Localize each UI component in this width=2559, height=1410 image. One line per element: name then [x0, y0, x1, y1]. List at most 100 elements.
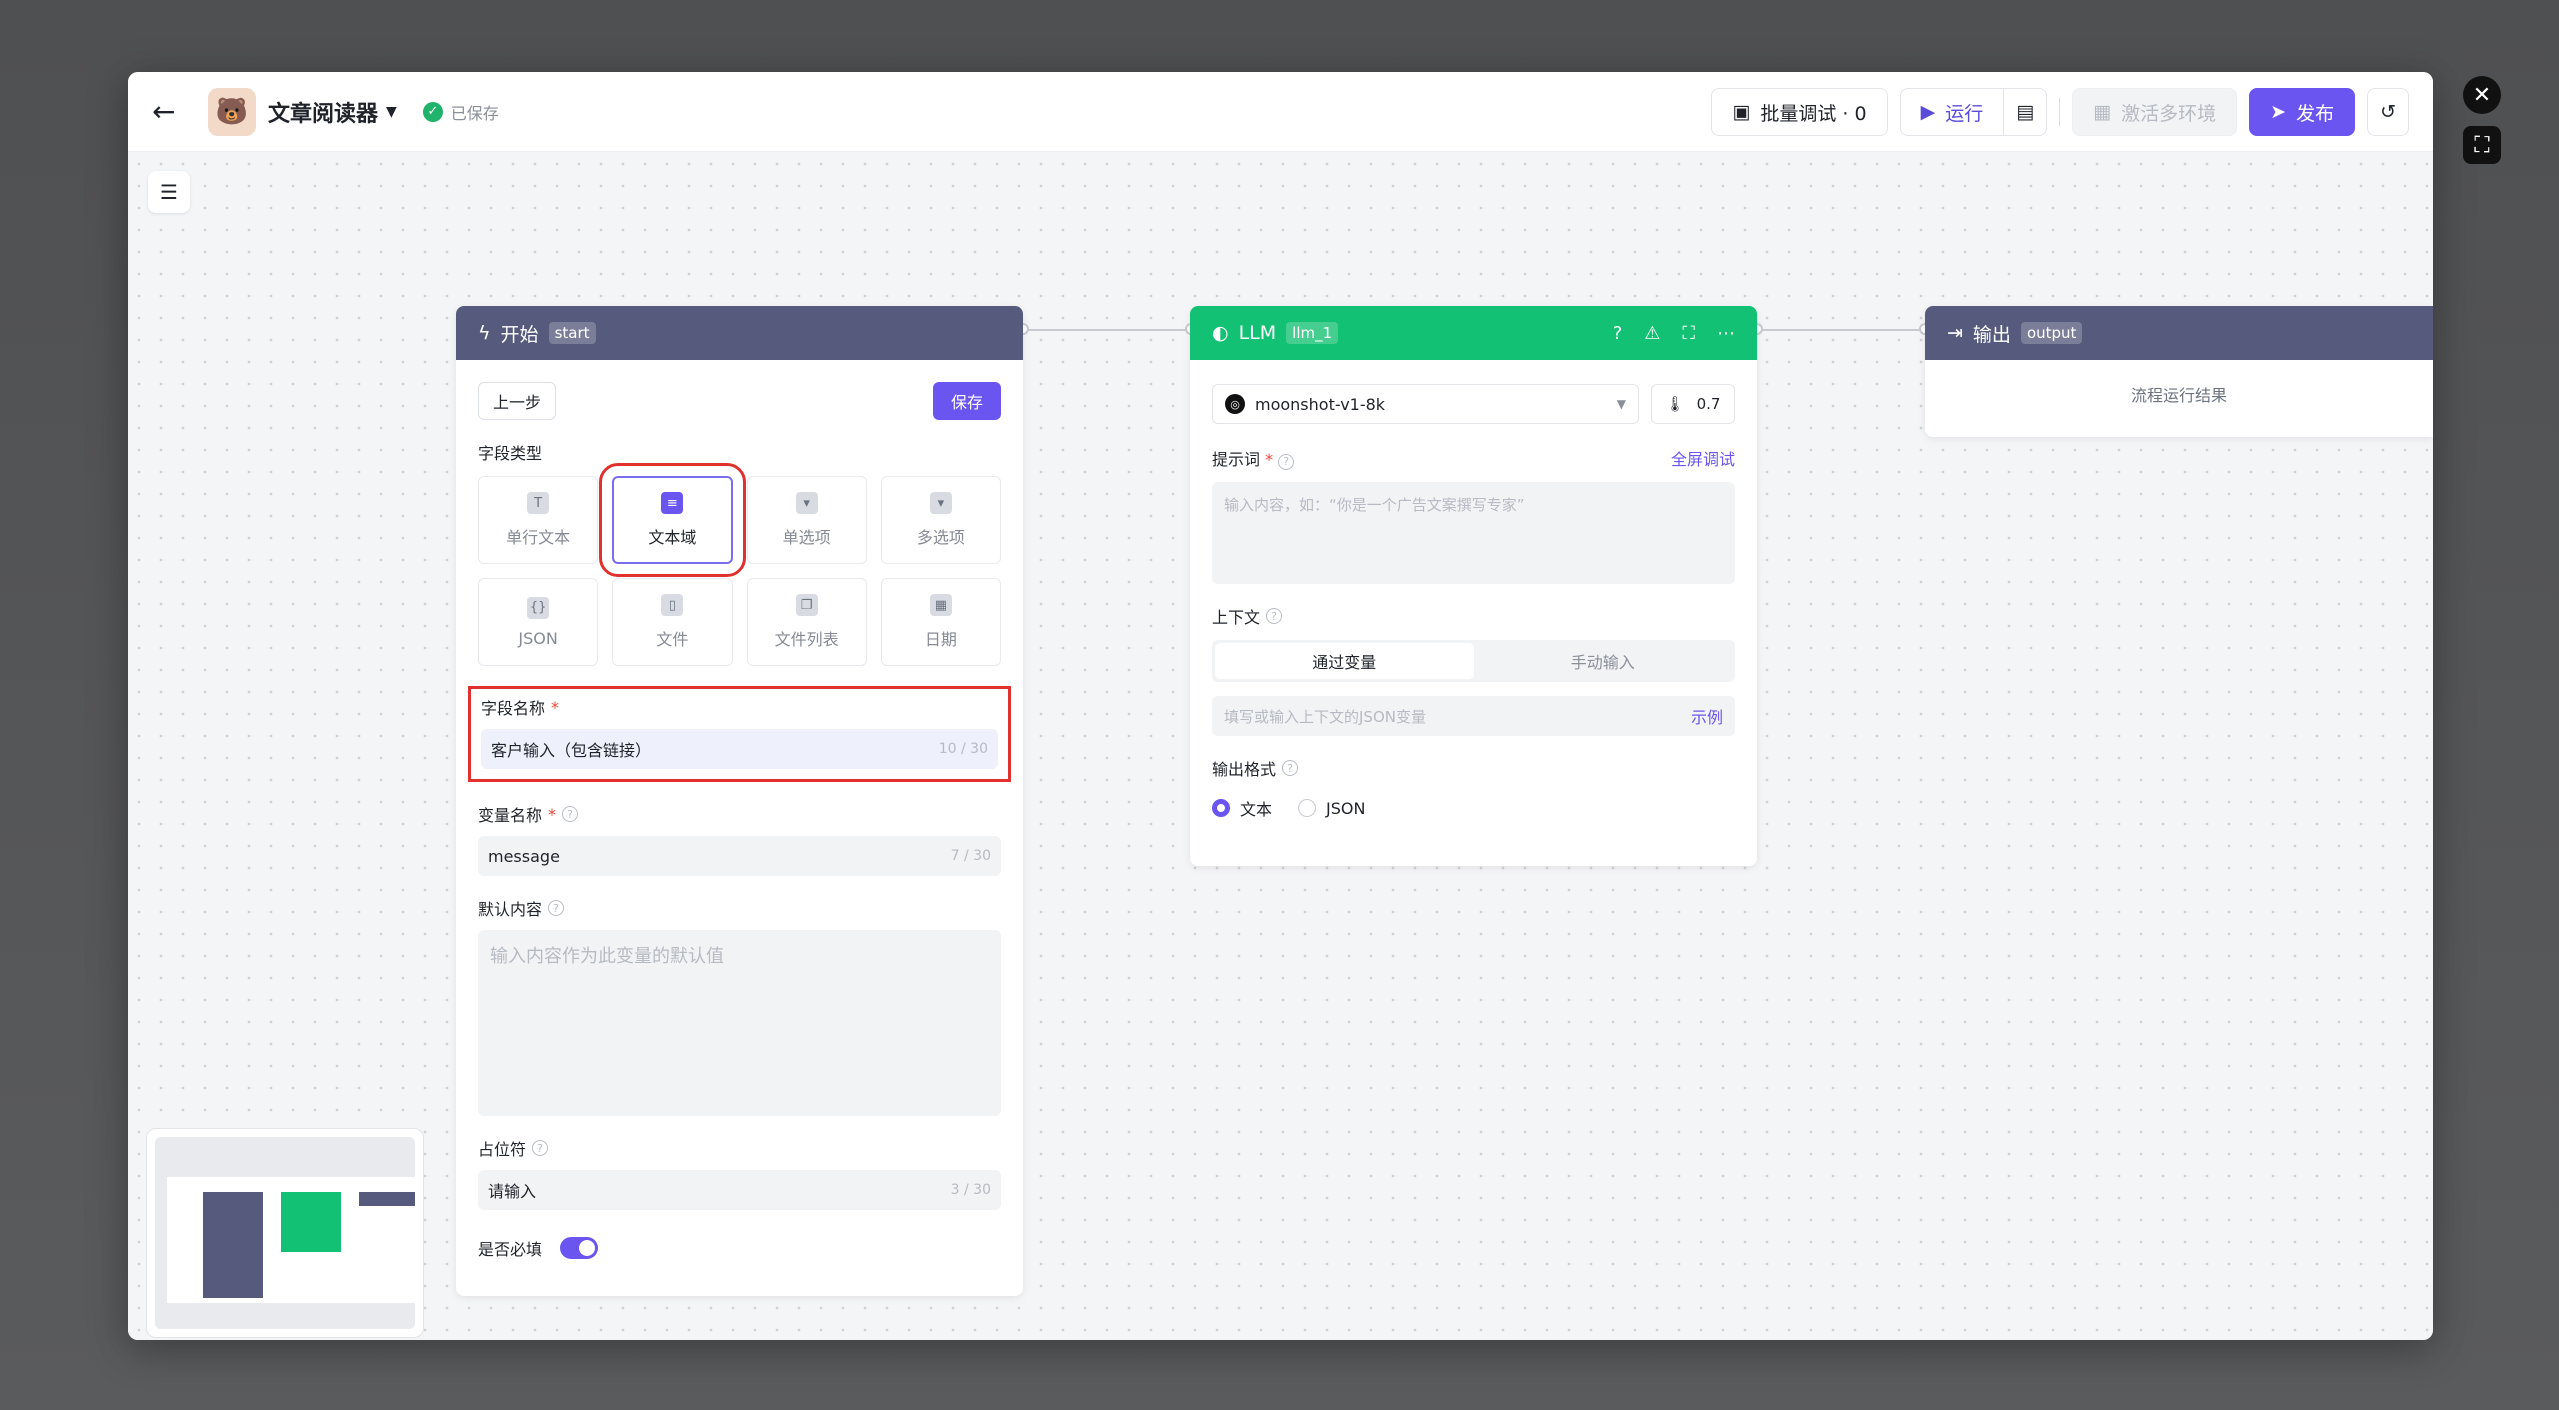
- batch-label: 批量调试 · 0: [1760, 102, 1867, 125]
- radio-text[interactable]: 文本: [1212, 796, 1272, 820]
- expand-icon[interactable]: ⛶: [1682, 323, 1695, 344]
- prompt-textarea[interactable]: 输入内容，如：“你是一个广告文案撰写专家”: [1212, 482, 1735, 584]
- default-textarea[interactable]: 输入内容作为此变量的默认值: [478, 930, 1001, 1116]
- output-node-header: ⇥ 输出 output: [1925, 306, 2433, 360]
- model-select[interactable]: ◎ moonshot-v1-8k ▼: [1212, 384, 1639, 424]
- placeholder-input[interactable]: 请输入 3 / 30: [478, 1170, 1001, 1210]
- type-label: 文件列表: [774, 630, 839, 649]
- save-button[interactable]: 保存: [932, 382, 1001, 420]
- send-icon: ➤: [2270, 101, 2287, 123]
- llm-node[interactable]: ◐ LLM llm_1 ? ⚠ ⛶ ⋯ ◎ moonshot-v1-8k ▼ 🌡…: [1190, 306, 1757, 866]
- field-name-input[interactable]: 客户输入（包含链接） 10 / 30: [481, 729, 998, 769]
- chevron-down-icon[interactable]: ▼: [386, 104, 397, 120]
- temperature-control[interactable]: 🌡 0.7: [1651, 384, 1735, 424]
- run-button[interactable]: ▶ 运行: [1899, 88, 2005, 136]
- moonshot-icon: ◎: [1225, 394, 1245, 414]
- radio-json-label: JSON: [1326, 798, 1366, 818]
- help-icon[interactable]: ?: [1282, 760, 1299, 776]
- history-button[interactable]: ↺: [2367, 88, 2409, 136]
- exit-icon: ⇥: [1947, 322, 1963, 344]
- text-icon: T: [527, 492, 550, 514]
- lightning-icon: ϟ: [478, 322, 491, 344]
- run-label: 运行: [1945, 102, 1984, 125]
- seg-manual[interactable]: 手动输入: [1474, 643, 1733, 679]
- help-icon[interactable]: ?: [1266, 608, 1283, 624]
- field-type-grid: T 单行文本 ≡ 文本域 ▾ 单选项 ▾ 多选项 {} JSON ▯ 文件 ❐ 文件列表 ▦ 日…: [478, 463, 1001, 666]
- batch-debug-button[interactable]: ▣ 批量调试 · 0: [1711, 88, 1888, 136]
- placeholder-label: 占位符?: [478, 1136, 1001, 1160]
- seg-variable[interactable]: 通过变量: [1215, 643, 1474, 679]
- required-label: 是否必填: [478, 1240, 543, 1259]
- close-icon[interactable]: ✕: [2463, 76, 2501, 114]
- prev-step-button[interactable]: 上一步: [478, 382, 557, 420]
- question-icon[interactable]: ?: [1613, 323, 1623, 344]
- clipboard-icon: ▤: [2016, 101, 2035, 123]
- fullscreen-icon[interactable]: ⛶: [2463, 126, 2501, 164]
- output-result-text: 流程运行结果: [2130, 386, 2227, 405]
- field-name-value: 客户输入（包含链接）: [491, 741, 652, 760]
- radio-dot: [1298, 799, 1317, 817]
- output-node[interactable]: ⇥ 输出 output 流程运行结果: [1925, 306, 2433, 437]
- default-label-text: 默认内容: [478, 900, 543, 919]
- radio-text-label: 文本: [1240, 800, 1273, 819]
- publish-label: 发布: [2296, 102, 2335, 125]
- more-icon[interactable]: ⋯: [1717, 323, 1735, 344]
- field-type-label: 字段类型: [478, 444, 543, 463]
- help-icon[interactable]: ?: [532, 1140, 549, 1156]
- start-node[interactable]: ϟ 开始 start 上一步 保存 字段类型 T 单行文本 ≡ 文本域 ▾ 单选项 ▾…: [456, 306, 1023, 1296]
- type-file-list[interactable]: ❐ 文件列表: [746, 578, 867, 666]
- play-icon: ▶: [1920, 101, 1936, 123]
- help-icon[interactable]: ?: [548, 900, 565, 916]
- type-label: JSON: [518, 628, 558, 648]
- output-format-label-text: 输出格式: [1212, 760, 1277, 779]
- back-arrow-icon[interactable]: ←: [152, 95, 200, 128]
- type-single-text[interactable]: T 单行文本: [478, 476, 599, 564]
- var-name-input[interactable]: message 7 / 30: [478, 836, 1001, 876]
- outline-toggle-icon[interactable]: ☰: [148, 171, 190, 213]
- batch-icon: ▣: [1732, 101, 1751, 123]
- radio-json[interactable]: JSON: [1298, 799, 1365, 818]
- document-icon: ≡: [661, 492, 684, 514]
- var-name-value: message: [488, 846, 560, 866]
- edge-start-llm: [1023, 329, 1190, 331]
- run-history-button[interactable]: ▤: [2004, 88, 2048, 136]
- context-mode-segment: 通过变量 手动输入: [1212, 640, 1735, 682]
- field-name-label-text: 字段名称: [481, 699, 546, 718]
- help-icon[interactable]: ?: [562, 806, 579, 822]
- type-single-select[interactable]: ▾ 单选项: [746, 476, 867, 564]
- required-toggle[interactable]: [560, 1237, 599, 1259]
- type-date[interactable]: ▦ 日期: [880, 578, 1001, 666]
- env-icon: ▦: [2093, 101, 2112, 123]
- example-link[interactable]: 示例: [1691, 704, 1723, 728]
- field-name-label: 字段名称 *: [481, 695, 998, 719]
- warning-icon[interactable]: ⚠: [1644, 323, 1660, 344]
- minimap-node-llm: [281, 1192, 341, 1252]
- chevron-down-icon: ▼: [1616, 397, 1626, 411]
- thermometer-icon: 🌡: [1665, 395, 1685, 413]
- multi-dropdown-icon: ▾: [929, 492, 952, 514]
- context-input[interactable]: 填写或输入上下文的JSON变量 示例: [1212, 696, 1735, 736]
- temperature-value: 0.7: [1696, 395, 1721, 413]
- type-file[interactable]: ▯ 文件: [612, 578, 733, 666]
- minimap[interactable]: [146, 1128, 424, 1338]
- file-icon: ▯: [661, 594, 684, 616]
- type-json[interactable]: {} JSON: [478, 578, 599, 666]
- app-title[interactable]: 文章阅读器: [268, 96, 378, 128]
- prompt-label-text: 提示词: [1212, 450, 1261, 469]
- field-name-highlight: 字段名称 * 客户输入（包含链接） 10 / 30: [468, 686, 1011, 782]
- env-label: 激活多环境: [2121, 102, 2217, 125]
- publish-button[interactable]: ➤ 发布: [2249, 88, 2356, 136]
- model-value: moonshot-v1-8k: [1255, 394, 1386, 414]
- help-icon[interactable]: ?: [1278, 453, 1295, 470]
- workflow-editor-modal: ← 🐻 文章阅读器 ▼ ✓ 已保存 ▣ 批量调试 · 0 ▶ 运行 ▤ ▦ 激活…: [128, 72, 2433, 1340]
- context-label: 上下文?: [1212, 604, 1735, 628]
- output-node-tag: output: [2020, 322, 2083, 344]
- type-label: 多选项: [916, 528, 965, 547]
- type-label: 单行文本: [506, 528, 571, 547]
- type-multi-select[interactable]: ▾ 多选项: [880, 476, 1001, 564]
- activate-env-button[interactable]: ▦ 激活多环境: [2072, 88, 2238, 136]
- fullscreen-debug-link[interactable]: 全屏调试: [1671, 446, 1735, 470]
- type-textarea[interactable]: ≡ 文本域: [599, 463, 746, 577]
- divider: [2059, 98, 2061, 126]
- saved-status: ✓ 已保存: [422, 100, 499, 124]
